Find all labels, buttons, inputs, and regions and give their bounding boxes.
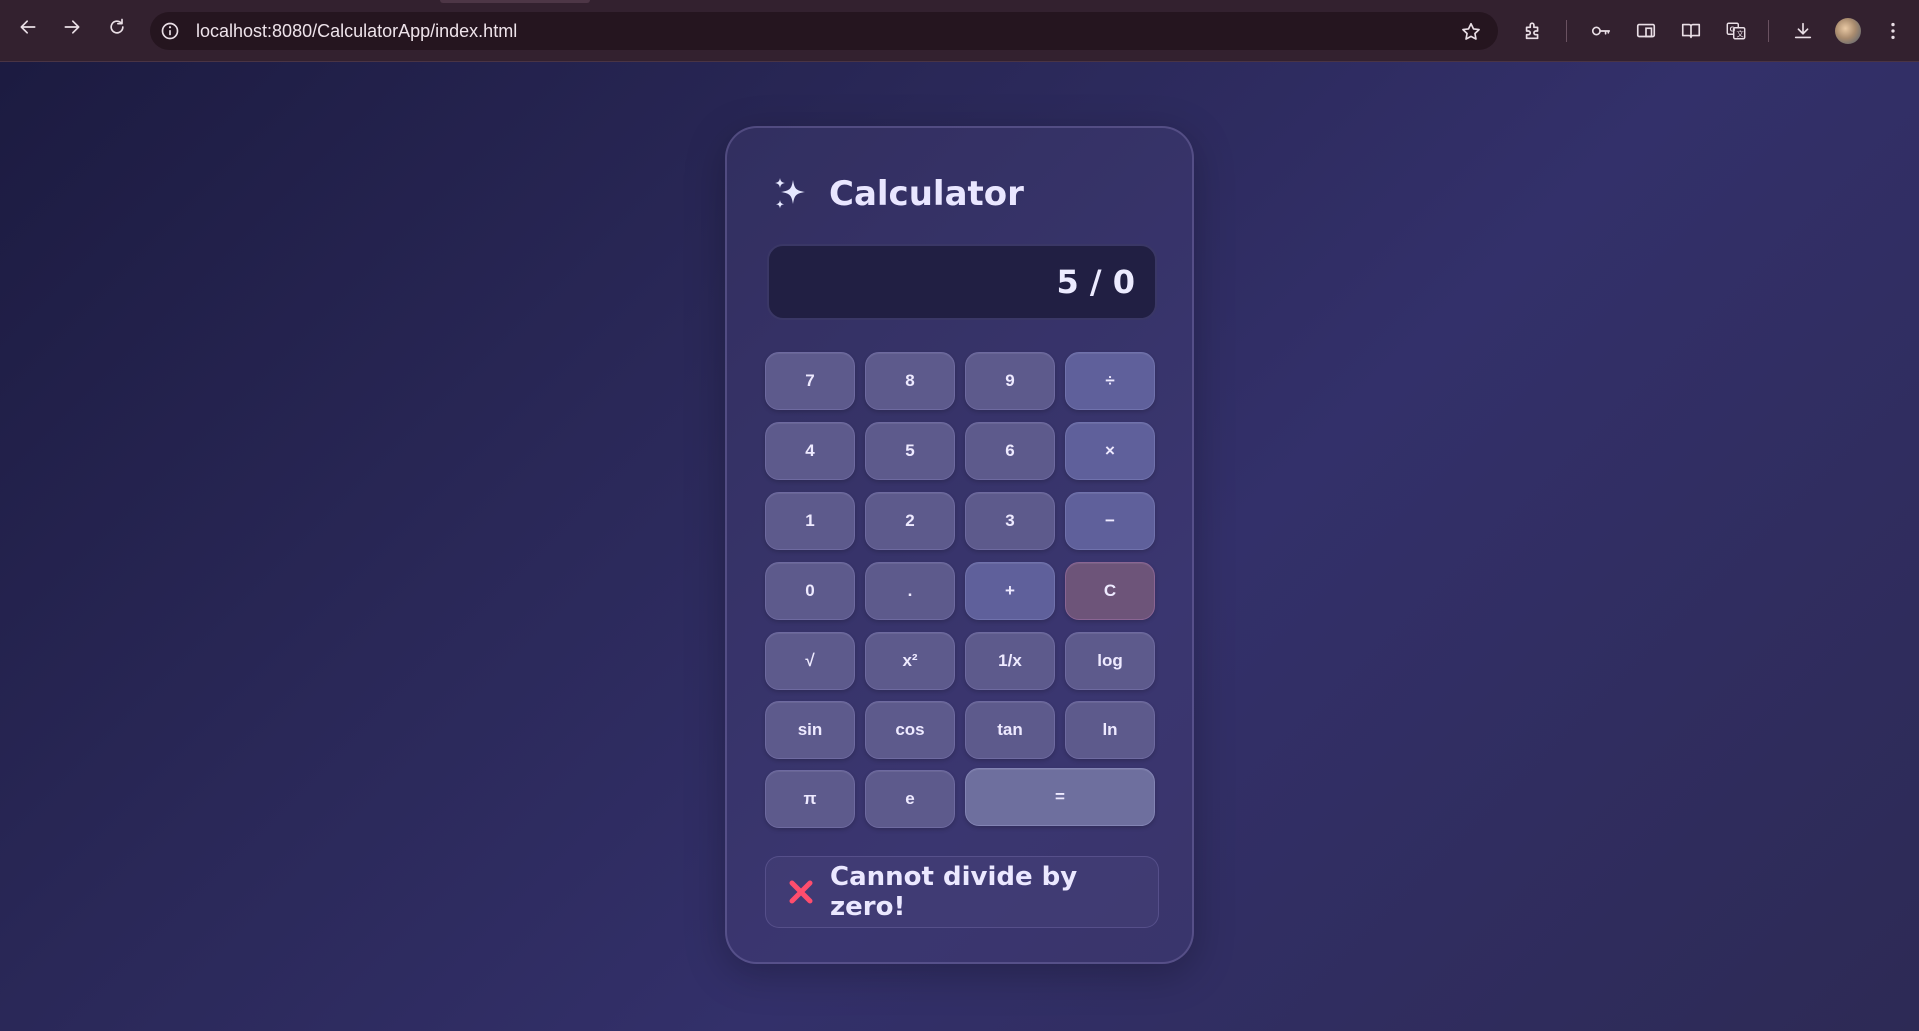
key-equals-button[interactable]: = [965,768,1155,826]
info-icon[interactable] [160,21,180,41]
keypad: 7 8 9 ÷ 4 5 6 × 1 2 3− 0. + C √ x² 1/x log sin cos tan ln π e = [765,352,1159,832]
avatar[interactable] [1835,18,1861,44]
key-sin-button[interactable]: sin [765,701,855,759]
star-icon[interactable] [1460,21,1482,43]
more-icon[interactable] [1880,18,1906,44]
key-divide-button[interactable]: ÷ [1065,352,1155,410]
active-tab-indicator [440,0,590,3]
page-title: Calculator [829,174,1024,214]
key-log-button[interactable]: log [1065,632,1155,690]
address-bar[interactable]: localhost:8080/CalculatorApp/index.html [150,12,1498,50]
key-7-button[interactable]: 7 [765,352,855,410]
key-icon[interactable] [1588,18,1614,44]
reading-mode-icon[interactable] [1678,18,1704,44]
key-0-button[interactable]: 0 [765,562,855,620]
error-x-icon [786,877,816,907]
svg-text:G: G [1730,24,1736,33]
calculator-header: Calculator [771,172,1024,216]
key-subtract-button[interactable]: − [1065,492,1155,550]
key-4-button[interactable]: 4 [765,422,855,480]
key-9-button[interactable]: 9 [965,352,1055,410]
calculator-display: 5 / 0 [767,244,1157,320]
reload-icon[interactable] [104,14,130,40]
key-8-button[interactable]: 8 [865,352,955,410]
key-ln-button[interactable]: ln [1065,701,1155,759]
back-icon[interactable] [15,14,41,40]
cast-icon[interactable] [1633,18,1659,44]
error-message-box: Cannot divide by zero! [765,856,1159,928]
key-reciprocal-button[interactable]: 1/x [965,632,1055,690]
forward-icon[interactable] [59,14,85,40]
key-6-button[interactable]: 6 [965,422,1055,480]
key-sqrt-button[interactable]: √ [765,632,855,690]
key-2-button[interactable]: 2 [865,492,955,550]
key-clear-button[interactable]: C [1065,562,1155,620]
key-tan-button[interactable]: tan [965,701,1055,759]
key-3-button[interactable]: 3 [965,492,1055,550]
key-1-button[interactable]: 1 [765,492,855,550]
svg-text:文: 文 [1736,30,1744,39]
key-e-button[interactable]: e [865,770,955,828]
key-add-button[interactable]: + [965,562,1055,620]
error-text: Cannot divide by zero! [830,862,1078,922]
translate-icon[interactable]: G文 [1723,18,1749,44]
browser-toolbar: localhost:8080/CalculatorApp/index.html … [0,0,1919,62]
display-value: 5 / 0 [1056,263,1136,301]
key-square-button[interactable]: x² [865,632,955,690]
url-text[interactable]: localhost:8080/CalculatorApp/index.html [196,21,517,42]
key-decimal-button[interactable]: . [865,562,955,620]
key-cos-button[interactable]: cos [865,701,955,759]
toolbar-divider [1566,20,1567,42]
key-5-button[interactable]: 5 [865,422,955,480]
download-icon[interactable] [1790,18,1816,44]
sparkle-icon [771,174,811,214]
calculator-card: Calculator 5 / 0 7 8 9 ÷ 4 5 6 × 1 2 3− 0. + C √ x² 1/x l… [725,126,1194,964]
extensions-icon[interactable] [1520,18,1546,44]
key-pi-button[interactable]: π [765,770,855,828]
key-multiply-button[interactable]: × [1065,422,1155,480]
toolbar-divider [1768,20,1769,42]
